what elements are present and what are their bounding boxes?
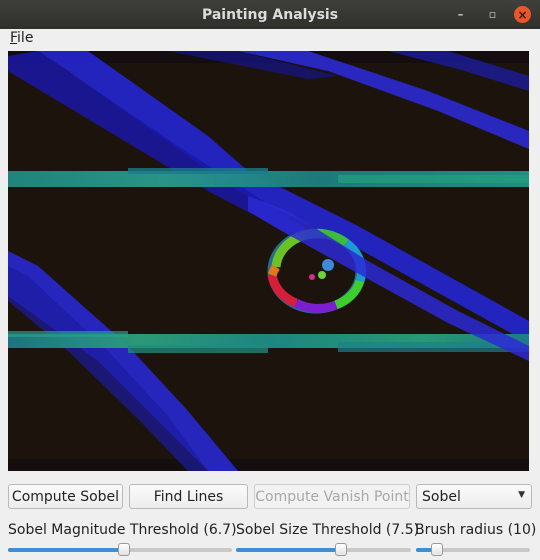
sobel-gradient-image <box>8 51 529 471</box>
menu-file-rest: ile <box>17 30 34 46</box>
menu-file[interactable]: File <box>10 30 33 46</box>
mode-select-value: Sobel <box>422 488 461 505</box>
sobel-size-slider[interactable] <box>236 543 411 557</box>
sobel-magnitude-label: Sobel Magnitude Threshold (6.7) <box>8 522 237 538</box>
chevron-down-icon: ▼ <box>518 490 525 500</box>
compute-vanish-point-button[interactable]: Compute Vanish Point <box>254 484 410 509</box>
slider-handle[interactable] <box>335 543 347 556</box>
image-canvas[interactable] <box>8 51 529 471</box>
find-lines-button[interactable]: Find Lines <box>129 484 248 509</box>
sobel-size-label: Sobel Size Threshold (7.5) <box>236 522 420 538</box>
mode-select[interactable]: Sobel ▼ <box>416 484 532 509</box>
minimize-icon[interactable]: – <box>452 6 469 23</box>
slider-handle[interactable] <box>430 543 443 556</box>
slider-handle[interactable] <box>118 543 131 556</box>
slider-fill <box>8 548 125 552</box>
sobel-magnitude-slider[interactable] <box>8 543 232 557</box>
window-title: Painting Analysis <box>201 6 339 23</box>
brush-radius-slider[interactable] <box>416 543 530 557</box>
menu-bar: File <box>0 29 540 49</box>
close-icon[interactable]: × <box>514 6 531 23</box>
slider-fill <box>236 548 341 552</box>
brush-radius-label: Brush radius (10) <box>415 522 537 538</box>
menu-file-mnemonic: F <box>10 30 18 46</box>
compute-sobel-button[interactable]: Compute Sobel <box>8 484 123 509</box>
title-bar: Painting Analysis – ▫ × <box>0 0 540 29</box>
maximize-icon[interactable]: ▫ <box>484 6 501 23</box>
